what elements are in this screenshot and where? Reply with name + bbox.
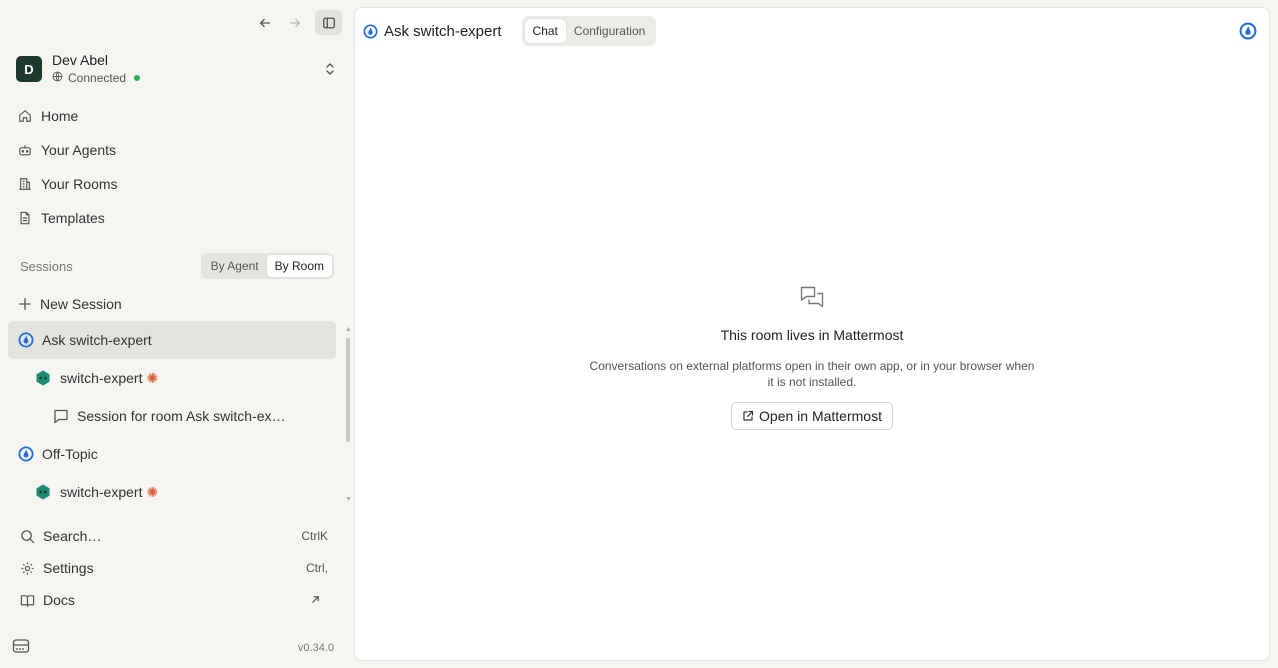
main-nav: Home Your Agents Your Rooms Templates [8, 99, 338, 235]
group-by-agent-button[interactable]: By Agent [203, 255, 267, 277]
chevron-updown-icon [322, 62, 338, 76]
group-by-room-button[interactable]: By Room [266, 255, 332, 277]
scrollbar-thumb[interactable] [346, 338, 350, 442]
session-label: Off-Topic [42, 446, 98, 462]
session-label: Ask switch-expert [42, 332, 152, 348]
globe-icon [52, 70, 63, 86]
nav-item-templates[interactable]: Templates [8, 201, 338, 235]
external-room-notice: This room lives in Mattermost Conversati… [355, 284, 1269, 430]
document-icon [20, 211, 30, 225]
session-room-ask-switch-expert[interactable]: Ask switch-expert [8, 321, 336, 359]
chat-bubble-icon [53, 408, 69, 424]
arrow-left-icon[interactable] [255, 13, 275, 33]
mattermost-icon [363, 23, 378, 39]
docs-label: Docs [43, 592, 75, 608]
plus-icon [18, 297, 32, 311]
book-icon [20, 594, 35, 607]
server-icon[interactable] [12, 637, 30, 660]
status-dot [134, 75, 141, 81]
scroll-up-icon[interactable]: ▲ [345, 326, 352, 333]
tab-configuration[interactable]: Configuration [566, 19, 653, 43]
session-label: Session for room Ask switch-ex… [77, 408, 286, 424]
new-session-label: New Session [40, 296, 122, 312]
search-label: Search… [43, 528, 102, 544]
sessions-list: New Session Ask switch-expert switch-exp… [8, 287, 336, 511]
sessions-grouping-toggle: By Agent By Room [200, 253, 334, 279]
open-button-label: Open in Mattermost [759, 408, 882, 424]
sidebar-toggle-icon[interactable] [315, 10, 342, 35]
account-info: Dev Abel Connected [52, 52, 322, 86]
sessions-label: Sessions [20, 258, 73, 274]
notice-title: This room lives in Mattermost [720, 327, 904, 343]
gear-icon [21, 561, 34, 575]
search-shortcut: CtrlK [301, 529, 328, 543]
settings-shortcut: Ctrl, [306, 561, 328, 575]
settings-button[interactable]: Settings Ctrl, [8, 552, 338, 584]
room-title: Ask switch-expert [363, 23, 502, 40]
nav-item-label: Your Agents [41, 142, 116, 158]
session-label: switch-expert [60, 484, 143, 500]
avatar: D [16, 56, 42, 82]
connection-status: Connected [52, 70, 322, 86]
nav-item-label: Home [41, 108, 79, 124]
account-name: Dev Abel [52, 52, 109, 68]
docs-link[interactable]: Docs [8, 584, 338, 616]
nav-item-label: Templates [41, 210, 105, 226]
session-label: switch-expert [60, 370, 143, 386]
nav-item-rooms[interactable]: Your Rooms [8, 167, 338, 201]
sidebar-footer: v0.34.0 [12, 637, 334, 659]
spark-icon: ✺ [146, 369, 159, 386]
sidebar: D Dev Abel Connected Home Your Agents Yo… [0, 0, 354, 668]
search-icon [21, 529, 35, 543]
sidebar-bottom-menu: Search… CtrlK Settings Ctrl, Docs [8, 520, 338, 616]
open-in-mattermost-button[interactable]: Open in Mattermost [731, 402, 893, 430]
sessions-header: Sessions By Agent By Room [20, 252, 334, 280]
nav-item-label: Your Rooms [41, 176, 118, 192]
session-agent-switch-expert[interactable]: switch-expert ✺ [8, 359, 336, 397]
main-panel: Ask switch-expert Chat Configuration Thi… [354, 7, 1270, 661]
nav-item-home[interactable]: Home [8, 99, 338, 133]
building-icon [19, 178, 31, 190]
sessions-scrollbar[interactable]: ▲ ▼ [345, 326, 352, 506]
messages-icon [799, 284, 825, 315]
external-arrow-icon [311, 593, 328, 607]
mattermost-icon [18, 446, 34, 462]
mattermost-icon[interactable] [1239, 22, 1257, 40]
app-version: v0.34.0 [297, 642, 334, 654]
session-room-off-topic[interactable]: Off-Topic [8, 435, 336, 473]
scroll-down-icon[interactable]: ▼ [345, 496, 352, 503]
nav-item-agents[interactable]: Your Agents [8, 133, 338, 167]
session-thread[interactable]: Session for room Ask switch-ex… [8, 397, 336, 435]
history-nav [255, 10, 342, 35]
session-agent-switch-expert[interactable]: switch-expert ✺ [8, 473, 336, 511]
connection-status-label: Connected [68, 71, 127, 85]
spark-icon: ✺ [146, 483, 159, 500]
app-window: D Dev Abel Connected Home Your Agents Yo… [0, 0, 1278, 668]
home-icon [19, 110, 31, 122]
room-header: Ask switch-expert Chat Configuration [363, 16, 1257, 46]
search-button[interactable]: Search… CtrlK [8, 520, 338, 552]
bot-icon [19, 145, 31, 156]
account-switcher[interactable]: D Dev Abel Connected [16, 52, 338, 86]
settings-label: Settings [43, 560, 94, 576]
agent-icon [34, 369, 52, 387]
room-tabs: Chat Configuration [521, 16, 657, 46]
external-link-icon [743, 410, 754, 421]
mattermost-icon [18, 332, 34, 348]
agent-icon [34, 483, 52, 501]
new-session-button[interactable]: New Session [8, 287, 336, 321]
arrow-right-icon[interactable] [285, 13, 305, 33]
tab-chat[interactable]: Chat [524, 19, 566, 43]
room-title-text: Ask switch-expert [384, 22, 502, 40]
notice-description: Conversations on external platforms open… [589, 359, 1035, 389]
